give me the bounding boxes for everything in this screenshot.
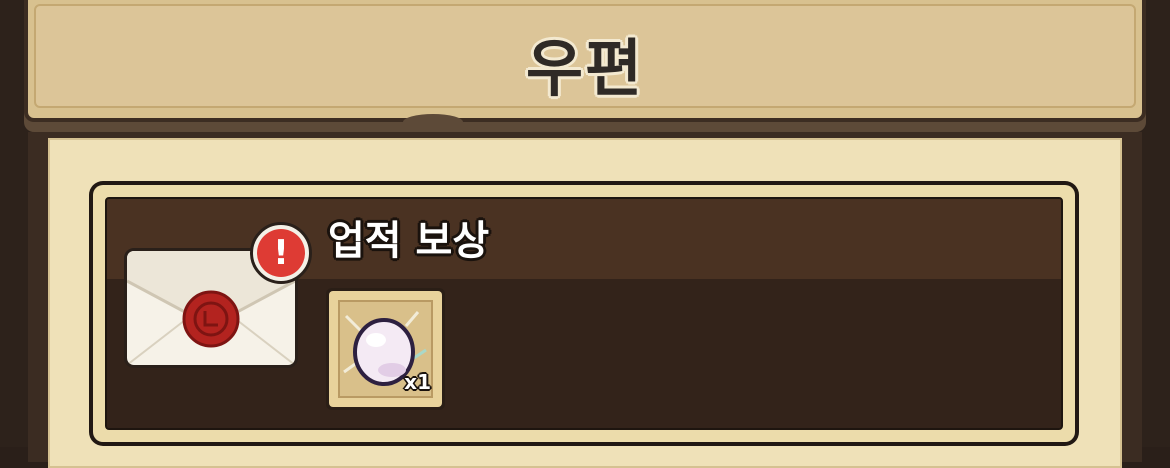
reward-item-slot[interactable]: x1	[326, 288, 445, 410]
header-banner: 우편	[24, 0, 1146, 130]
alert-icon: !	[257, 229, 305, 277]
reward-quantity: x1	[404, 370, 431, 394]
page-title: 우편	[525, 32, 645, 105]
header-notch	[403, 114, 463, 130]
alert-badge: !	[250, 222, 312, 284]
mail-title: 업적 보상	[328, 218, 490, 264]
